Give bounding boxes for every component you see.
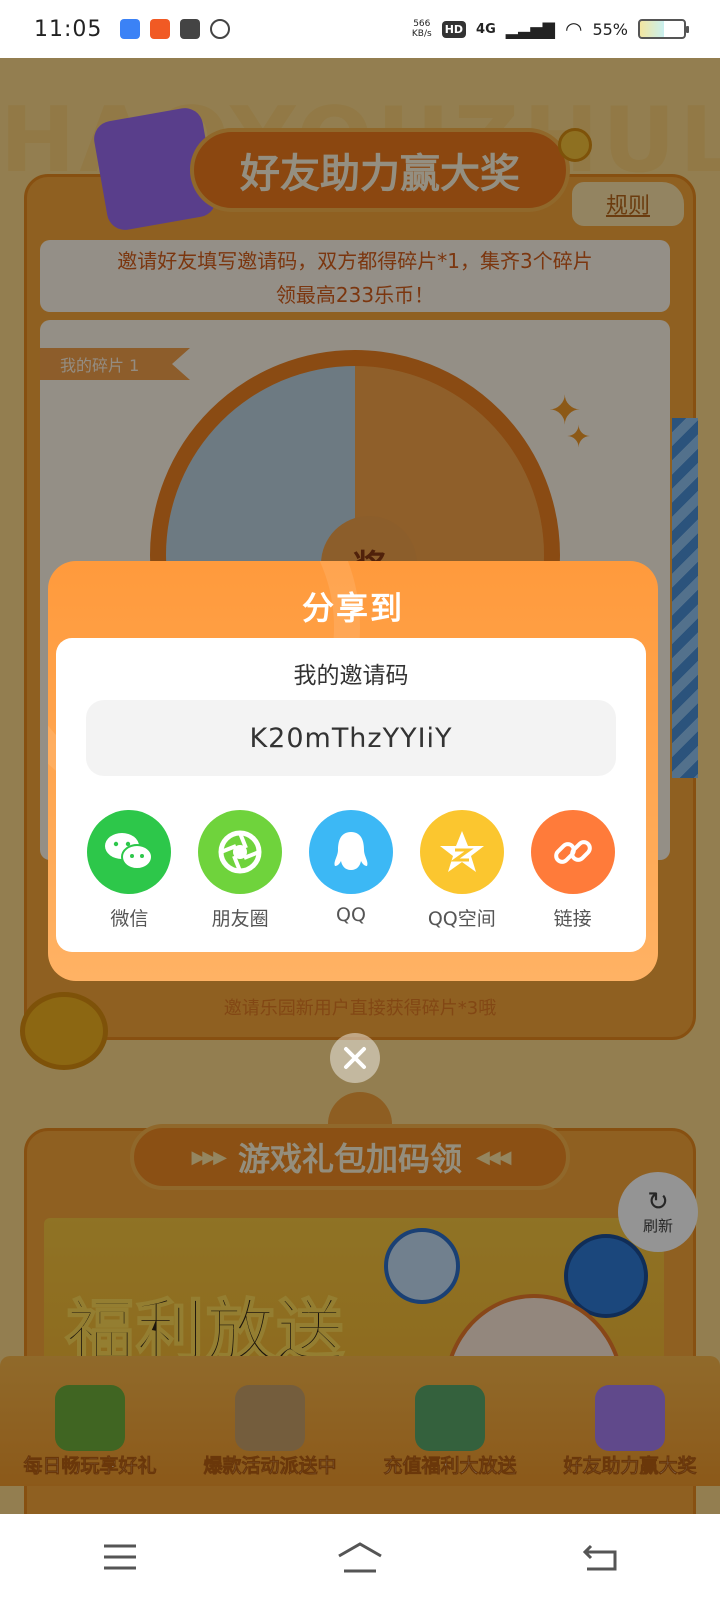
share-option-label: 微信 [110,908,149,930]
home-icon [338,1542,382,1573]
qzone-icon [419,810,504,894]
clock-notification-icon [210,19,231,39]
back-icon [582,1544,617,1571]
share-dialog-body: 我的邀请码 K20mThzYYIiY 微信 朋友圈 QQ QQ空间 链接 [56,638,646,952]
hd-badge: HD [441,20,467,38]
wifi-icon: ◠ [564,17,583,41]
mail-notification-icon [180,19,201,39]
menu-button[interactable] [90,1535,150,1579]
status-bar: 11:05 566 KB/s HD 4G ▂▃▅▇ ◠ 55% [0,0,720,58]
battery-icon [638,19,689,39]
app-notification-icon [150,19,171,39]
share-moments-button[interactable]: 朋友圈 [190,810,290,931]
share-dialog-title: 分享到 [301,589,404,627]
share-wechat-button[interactable]: 微信 [79,810,179,931]
share-qzone-button[interactable]: QQ空间 [412,810,512,931]
share-option-label: QQ [336,904,366,926]
network-speed-unit: KB/s [411,29,432,39]
share-qq-button[interactable]: QQ [301,810,401,931]
network-speed: 566 KB/s [412,19,432,39]
invite-code-label: 我的邀请码 [293,663,409,689]
share-link-button[interactable]: 链接 [523,810,623,931]
wechat-icon [87,810,172,894]
back-button[interactable] [570,1535,630,1579]
system-nav-bar [0,1514,720,1600]
moments-icon [198,810,283,894]
share-option-label: QQ空间 [427,908,496,930]
link-icon [530,810,615,894]
network-type: 4G [476,21,496,37]
invite-code-box[interactable]: K20mThzYYIiY [86,700,616,776]
share-option-label: 链接 [553,908,592,930]
status-time: 11:05 [34,16,103,42]
battery-percent: 55% [592,19,628,39]
share-dialog: 分享到 我的邀请码 K20mThzYYIiY 微信 朋友圈 QQ QQ空间 链接 [48,561,658,981]
share-option-label: 朋友圈 [211,908,269,930]
network-speed-value: 566 [413,19,431,29]
signal-icon: ▂▃▅▇ [505,19,555,39]
home-button[interactable] [330,1535,390,1579]
share-options: 微信 朋友圈 QQ QQ空间 链接 [56,810,646,931]
qq-icon [308,810,393,894]
close-button[interactable] [330,1033,380,1083]
close-icon [344,1047,366,1069]
menu-icon [104,1544,136,1570]
app-notification-icon [120,19,141,39]
